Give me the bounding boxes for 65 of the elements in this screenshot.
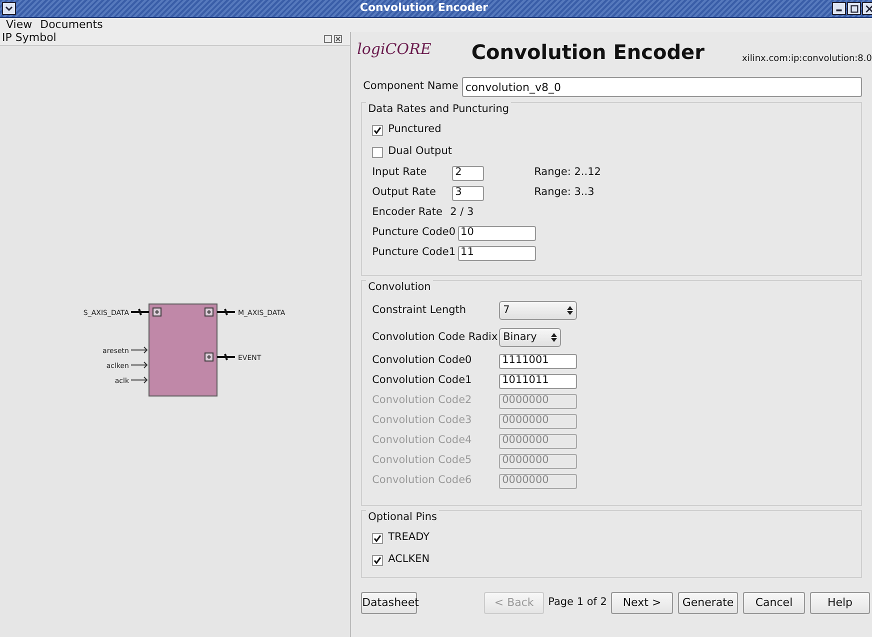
bus-port: [130, 308, 162, 316]
field-label: Convolution Code6: [372, 473, 473, 488]
field-label: Constraint Length: [372, 302, 468, 318]
field-label: Convolution Code2: [372, 393, 473, 408]
datasheet-button[interactable]: Datasheet: [361, 592, 418, 614]
bus-port: [204, 308, 236, 316]
checkbox-label: ACLKEN: [388, 552, 430, 568]
field-label: Convolution Code5: [372, 453, 473, 468]
checkbox-label: Dual Output: [388, 144, 452, 160]
range-hint: Range: 3..3: [534, 185, 594, 200]
window-menu-icon[interactable]: [2, 2, 16, 15]
dropdown[interactable]: 7: [499, 301, 578, 320]
checkbox[interactable]: [372, 554, 384, 566]
dialog-button[interactable]: Generate: [678, 592, 738, 614]
input-port: [130, 376, 148, 384]
checkbox[interactable]: [372, 124, 384, 136]
dialog-button[interactable]: Cancel: [743, 592, 805, 614]
window-title: Convolution Encoder: [358, 0, 490, 16]
close-icon[interactable]: [334, 34, 342, 42]
back-button: < Back: [484, 592, 544, 614]
input-field: 0000000: [499, 434, 578, 448]
spinner-icon: [551, 333, 558, 342]
input-field: 0000000: [499, 474, 578, 488]
range-hint: Range: 2..12: [534, 165, 601, 180]
page-indicator: Page 1 of 2: [548, 595, 607, 610]
core-id: xilinx.com:ip:convolution:8.0: [742, 53, 872, 66]
field-label: Convolution Code0: [372, 353, 473, 368]
input-field[interactable]: 1011011: [499, 374, 578, 388]
spinner-icon: [567, 306, 574, 315]
input-field[interactable]: 11: [458, 246, 536, 260]
input-port: [130, 346, 148, 354]
field-label: Puncture Code1: [372, 245, 456, 260]
field-label: Convolution Code3: [372, 413, 473, 428]
input-port: [130, 362, 148, 368]
float-icon[interactable]: [324, 34, 332, 42]
field-label: Encoder Rate: [372, 205, 444, 220]
field-value: 2 / 3: [450, 205, 474, 220]
close-icon[interactable]: [862, 2, 872, 15]
input-field: 0000000: [499, 454, 578, 468]
logo: logiCORE: [357, 38, 432, 60]
field-label: Convolution Code4: [372, 433, 473, 448]
input-field[interactable]: 2: [452, 166, 484, 180]
maximize-icon[interactable]: [847, 2, 861, 15]
field-label: Output Rate: [372, 185, 437, 200]
input-field[interactable]: convolution_v8_0: [462, 77, 862, 97]
input-field[interactable]: 3: [452, 186, 484, 200]
dialog-button[interactable]: Next >: [611, 592, 673, 614]
field-label: Convolution Code1: [372, 373, 473, 388]
checkbox-label: Punctured: [388, 122, 442, 138]
checkbox[interactable]: [372, 146, 384, 158]
field-label: Input Rate: [372, 165, 428, 180]
input-field: 0000000: [499, 414, 578, 428]
input-field[interactable]: 10: [458, 226, 536, 240]
dialog-title: Convolution Encoder: [471, 39, 704, 66]
field-label: Convolution Code Radix: [372, 330, 499, 345]
input-field[interactable]: 1111001: [499, 354, 578, 368]
dropdown[interactable]: Binary: [499, 328, 562, 347]
minimize-icon[interactable]: [832, 2, 846, 15]
field-label: Component Name: [363, 79, 458, 94]
checkbox-label: TREADY: [388, 530, 430, 546]
field-label: Puncture Code0: [372, 225, 456, 240]
checkbox[interactable]: [372, 532, 384, 544]
dialog-button[interactable]: Help: [810, 592, 870, 614]
bus-port: [204, 352, 236, 362]
input-field: 0000000: [499, 394, 578, 408]
